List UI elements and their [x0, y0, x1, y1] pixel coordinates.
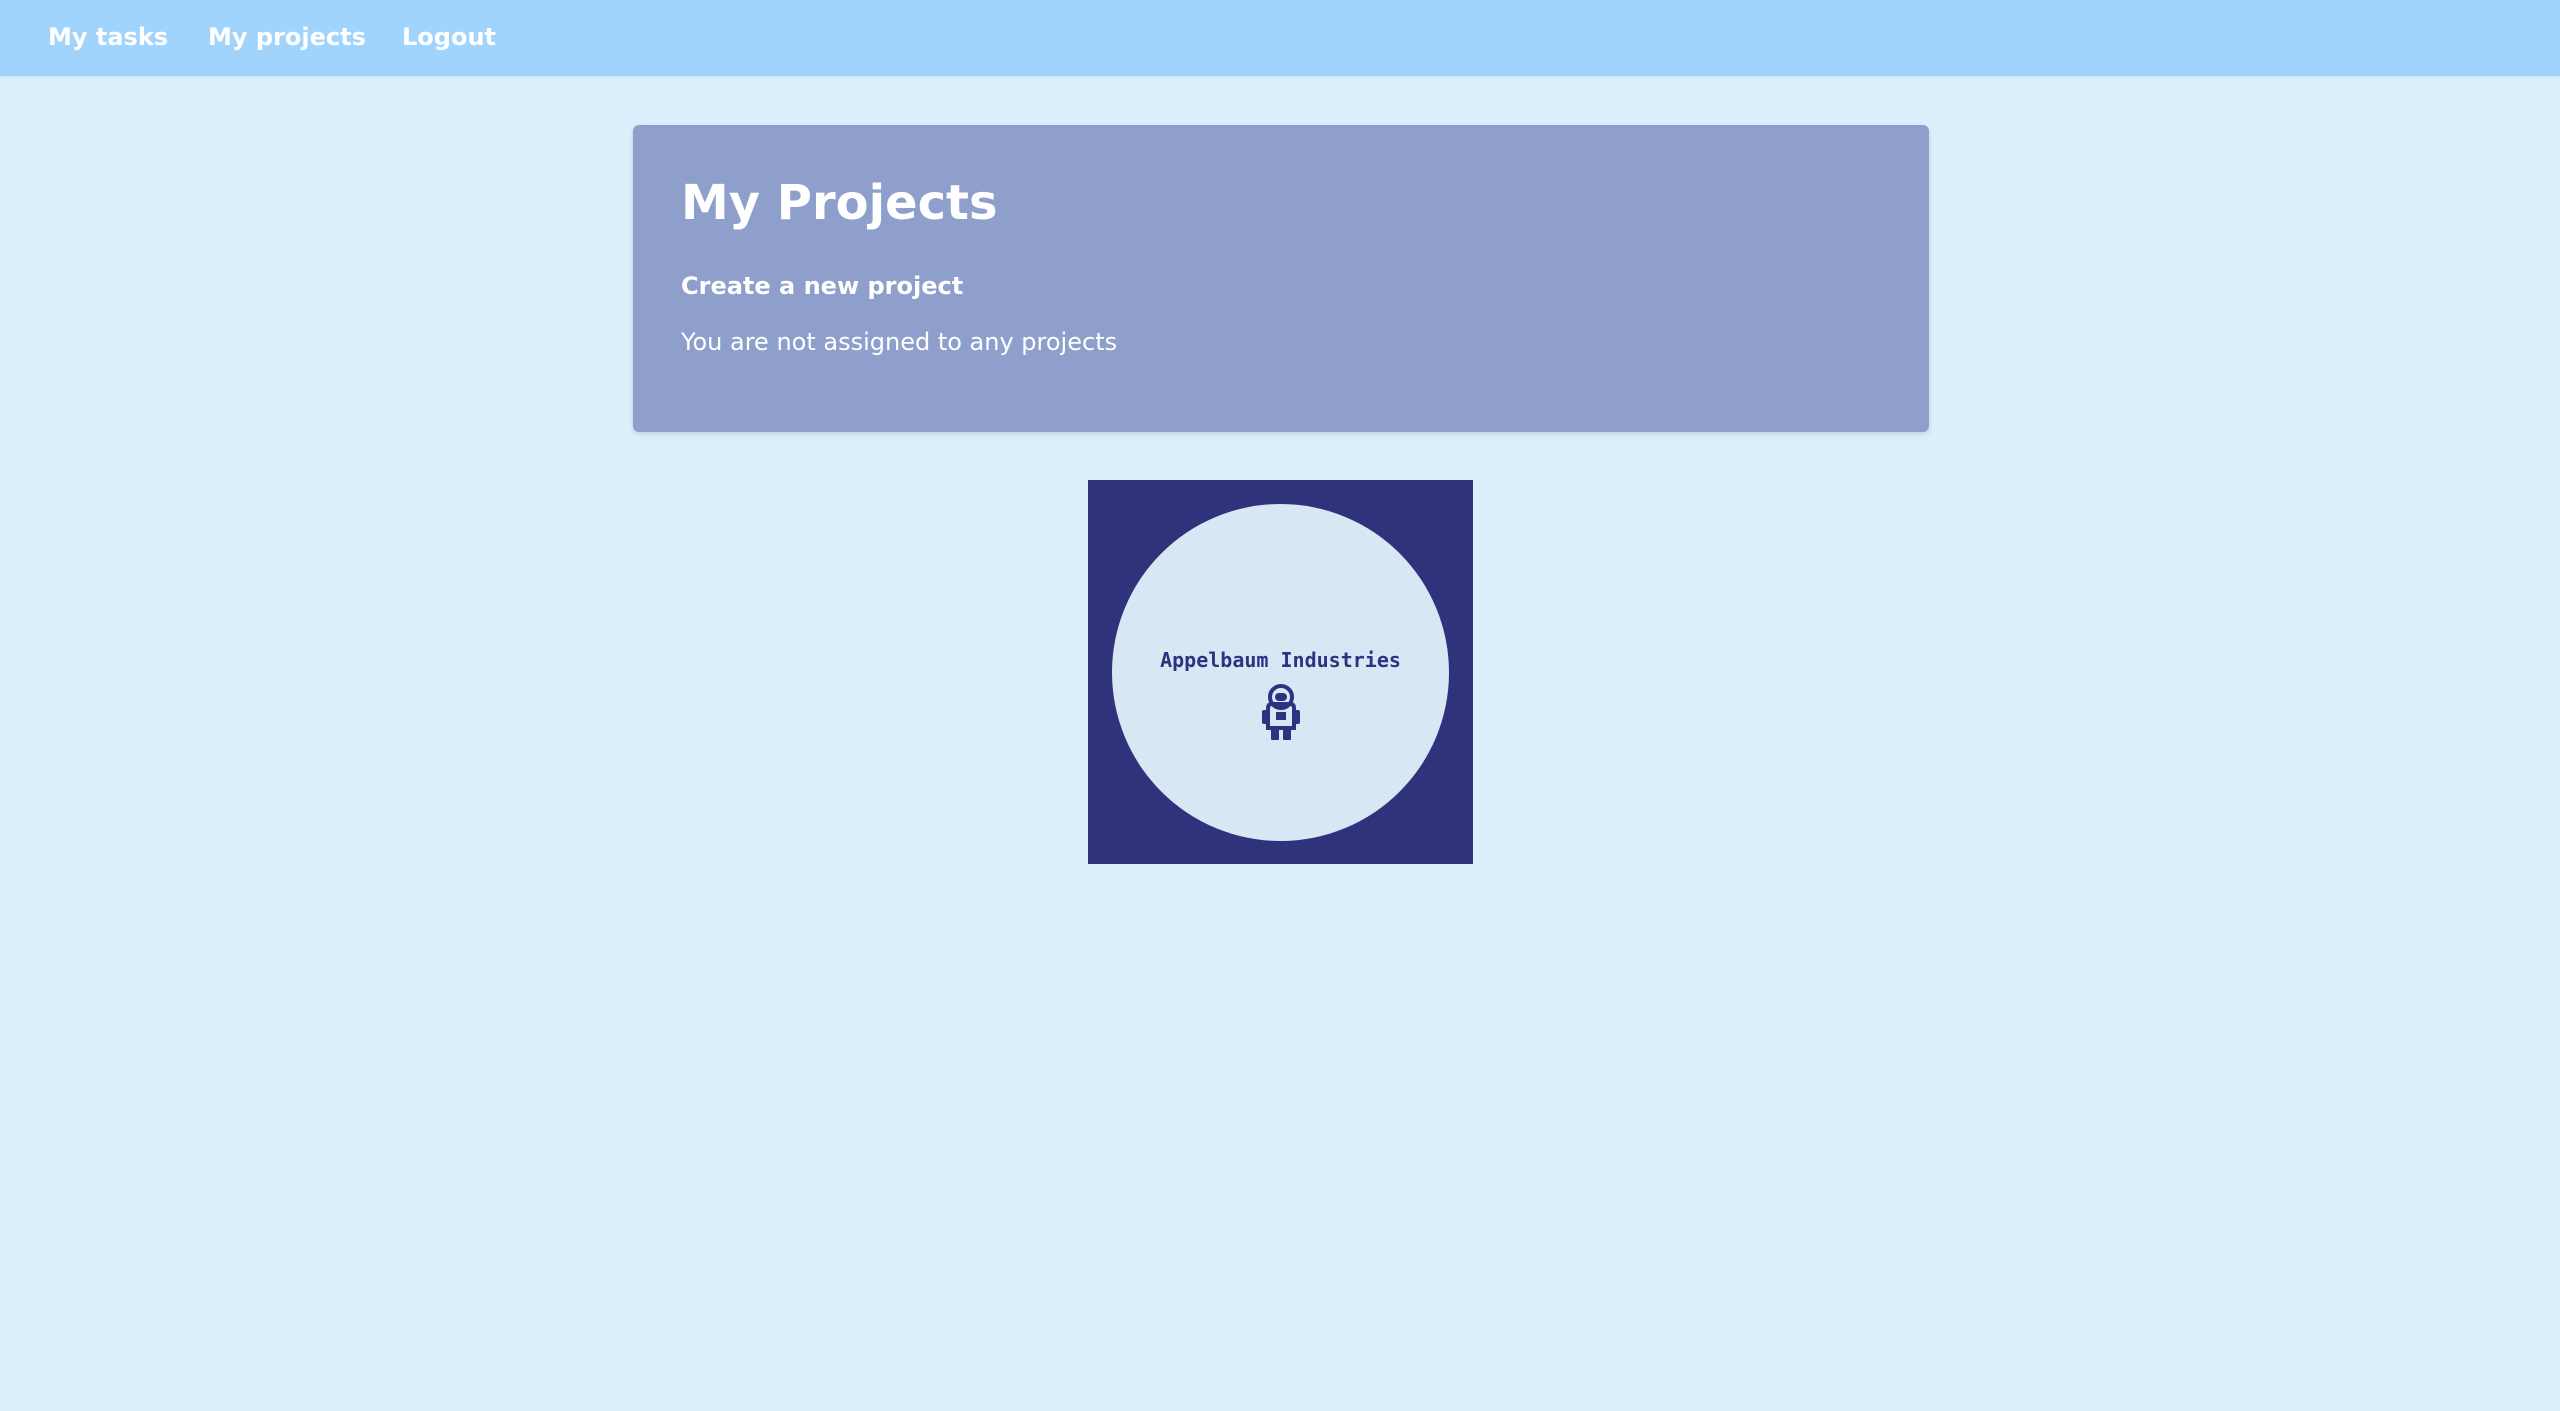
logo-company-name: Appelbaum Industries — [1160, 648, 1401, 672]
top-navbar: My tasks My projects Logout — [0, 0, 2560, 76]
nav-logout-link[interactable]: Logout — [402, 0, 496, 76]
nav-my-projects-link[interactable]: My projects — [208, 0, 366, 76]
astronaut-icon — [1262, 684, 1300, 740]
nav-my-tasks-link[interactable]: My tasks — [48, 0, 168, 76]
projects-card: My Projects Create a new project You are… — [633, 125, 1929, 432]
logo-circle: Appelbaum Industries — [1112, 504, 1449, 841]
no-projects-message: You are not assigned to any projects — [681, 328, 1118, 356]
create-project-link[interactable]: Create a new project — [681, 271, 963, 301]
company-logo: Appelbaum Industries — [1088, 480, 1473, 864]
page-title: My Projects — [681, 175, 998, 231]
